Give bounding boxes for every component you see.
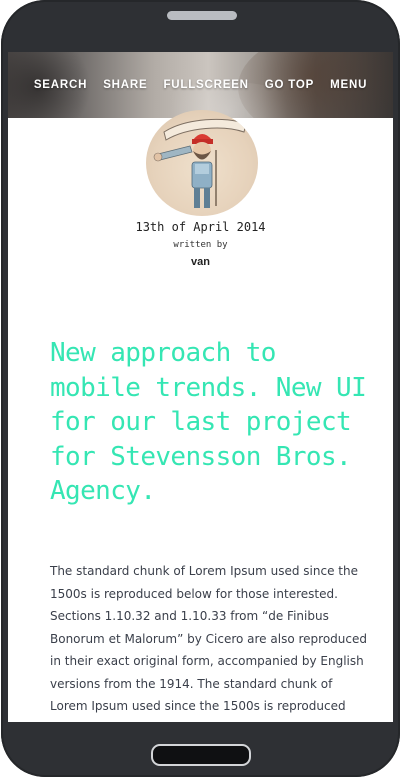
top-nav: SEARCH SHARE FULLSCREEN GO TOP MENU: [8, 52, 393, 118]
author-avatar: [146, 110, 258, 216]
nav-go-top[interactable]: GO TOP: [265, 79, 314, 91]
phone-speaker: [167, 11, 237, 20]
nav-menu[interactable]: MENU: [330, 79, 367, 91]
home-button[interactable]: [151, 744, 251, 766]
written-by-label: written by: [173, 240, 228, 250]
avatar-illustration: [153, 118, 247, 208]
phone-body: SEARCH SHARE FULLSCREEN GO TOP MENU 13th…: [1, 0, 400, 777]
nav-share[interactable]: SHARE: [103, 79, 147, 91]
author-name[interactable]: van: [8, 256, 393, 268]
post-date: 13th of April 2014: [135, 220, 266, 234]
nav-search[interactable]: SEARCH: [34, 79, 87, 91]
post-body: The standard chunk of Lorem Ipsum used s…: [50, 564, 367, 713]
post-headline: New approach to mobile trends. New UI fo…: [50, 338, 367, 506]
screen: SEARCH SHARE FULLSCREEN GO TOP MENU 13th…: [8, 52, 393, 722]
hero-banner: SEARCH SHARE FULLSCREEN GO TOP MENU: [8, 52, 393, 118]
nav-fullscreen[interactable]: FULLSCREEN: [163, 79, 248, 91]
device-frame: SEARCH SHARE FULLSCREEN GO TOP MENU 13th…: [0, 0, 401, 779]
